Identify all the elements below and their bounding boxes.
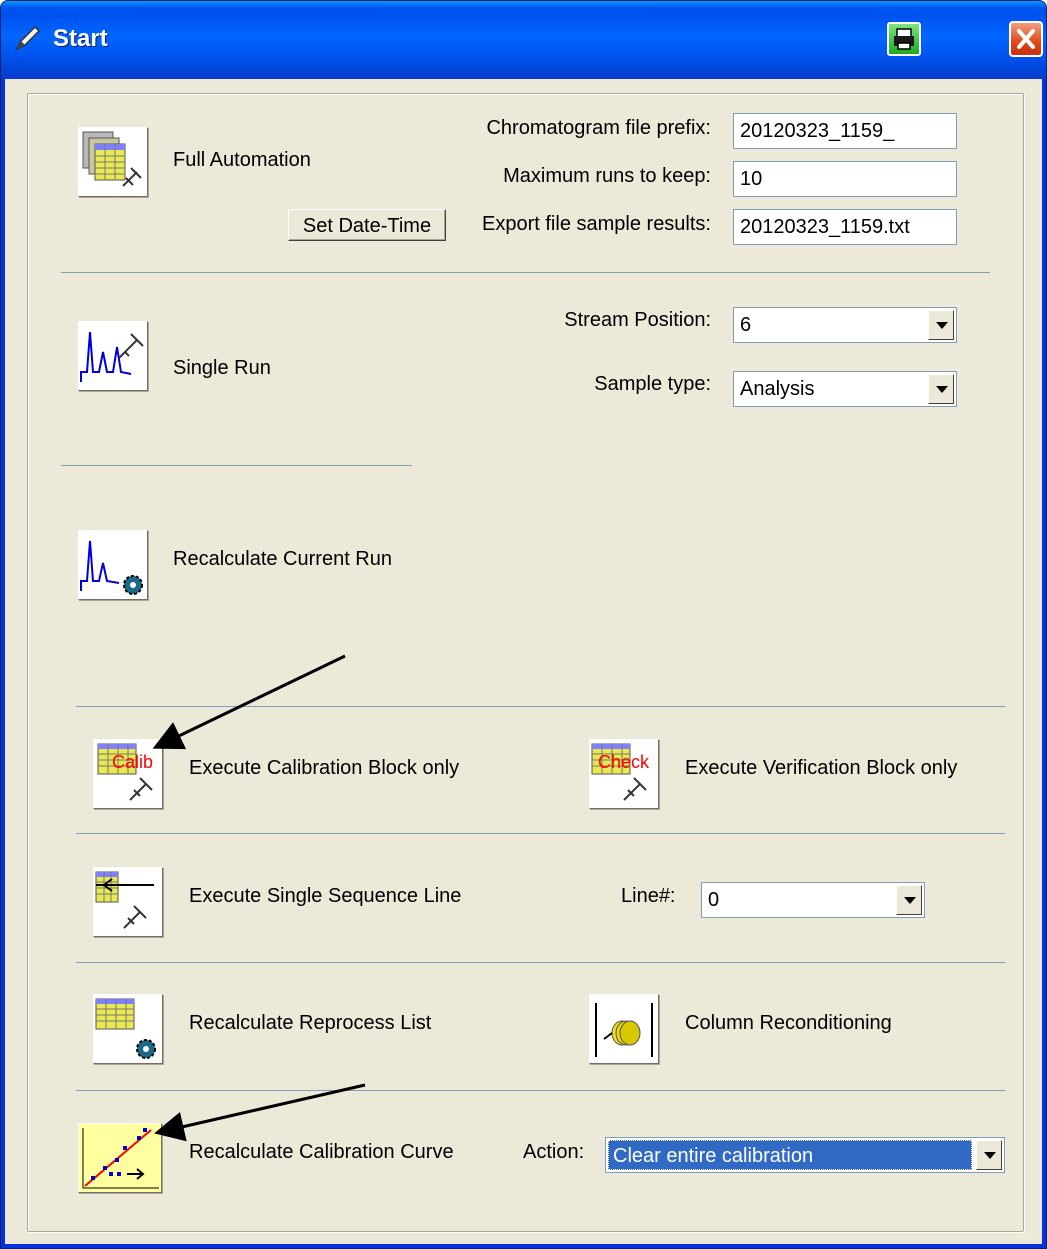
start-window: Start Full Automation Set Date-Time Chro… bbox=[0, 0, 1047, 1249]
action-value: Clear entire calibration bbox=[608, 1140, 972, 1170]
export-file-input[interactable]: 20120323_1159.txt bbox=[733, 209, 957, 245]
stream-position-label: Stream Position: bbox=[564, 309, 711, 331]
execute-verification-block-button[interactable]: Check bbox=[589, 739, 659, 809]
chevron-down-icon[interactable] bbox=[928, 310, 954, 340]
print-button[interactable] bbox=[887, 22, 921, 56]
execute-single-sequence-line-button[interactable] bbox=[93, 867, 163, 937]
client-area: Full Automation Set Date-Time Chromatogr… bbox=[5, 79, 1042, 1244]
recalculate-current-run-label: Recalculate Current Run bbox=[173, 548, 392, 570]
sample-type-value: Analysis bbox=[740, 378, 815, 400]
separator bbox=[76, 833, 1005, 834]
separator bbox=[61, 272, 990, 273]
max-runs-label: Maximum runs to keep: bbox=[503, 165, 711, 187]
single-run-button[interactable] bbox=[78, 321, 148, 391]
full-automation-button[interactable] bbox=[78, 127, 148, 197]
chevron-down-icon[interactable] bbox=[928, 374, 954, 404]
calibration-curve-icon bbox=[79, 1124, 161, 1192]
sequence-line-arrow-icon bbox=[95, 871, 154, 929]
separator bbox=[76, 706, 1005, 707]
recalculate-calibration-curve-label: Recalculate Calibration Curve bbox=[189, 1141, 454, 1163]
set-date-time-button[interactable]: Set Date-Time bbox=[288, 209, 446, 241]
separator bbox=[76, 962, 1005, 963]
recalculate-reprocess-list-button[interactable] bbox=[93, 994, 163, 1064]
window-title: Start bbox=[53, 25, 108, 52]
sequence-table-calib-icon: Calib bbox=[97, 743, 153, 801]
max-runs-input[interactable]: 10 bbox=[733, 161, 957, 197]
printer-icon bbox=[894, 28, 914, 50]
line-number-value: 0 bbox=[708, 889, 720, 911]
chromatogram-prefix-input[interactable]: 20120323_1159_ bbox=[733, 113, 957, 149]
execute-verification-block-label: Execute Verification Block only bbox=[685, 757, 958, 779]
close-icon bbox=[1017, 29, 1035, 49]
recalculate-current-run-button[interactable] bbox=[78, 530, 148, 600]
start-options-group bbox=[27, 93, 1024, 1232]
chromatogram-gear-icon bbox=[80, 540, 143, 595]
single-run-label: Single Run bbox=[173, 357, 271, 379]
sequence-table-syringe-icon bbox=[82, 131, 142, 187]
recalculate-reprocess-list-label: Recalculate Reprocess List bbox=[189, 1012, 432, 1034]
execute-calibration-block-label: Execute Calibration Block only bbox=[189, 757, 460, 779]
chromatogram-prefix-label: Chromatogram file prefix: bbox=[486, 117, 711, 139]
chromatogram-syringe-icon bbox=[80, 331, 144, 382]
recalculate-calibration-curve-button[interactable] bbox=[78, 1123, 162, 1193]
column-reconditioning-label: Column Reconditioning bbox=[685, 1012, 892, 1034]
pen-icon bbox=[15, 25, 41, 51]
chevron-down-icon[interactable] bbox=[896, 885, 922, 915]
execute-single-sequence-line-label: Execute Single Sequence Line bbox=[189, 885, 462, 907]
check-icon-text: Check bbox=[598, 752, 650, 772]
action-label: Action: bbox=[523, 1141, 585, 1163]
sample-type-select[interactable]: Analysis bbox=[733, 371, 957, 407]
column-reconditioning-button[interactable] bbox=[589, 994, 659, 1064]
sequence-table-check-icon: Check bbox=[591, 743, 650, 801]
full-automation-label: Full Automation bbox=[173, 149, 311, 171]
column-coil-icon bbox=[595, 1003, 653, 1057]
line-number-select[interactable]: 0 bbox=[701, 882, 925, 918]
action-select[interactable]: Clear entire calibration bbox=[605, 1137, 1005, 1173]
stream-position-value: 6 bbox=[740, 314, 752, 336]
stream-position-select[interactable]: 6 bbox=[733, 307, 957, 343]
sequence-table-gear-icon bbox=[95, 998, 156, 1059]
line-number-label: Line#: bbox=[621, 885, 676, 907]
separator bbox=[76, 1090, 1005, 1091]
close-button[interactable] bbox=[1009, 21, 1043, 57]
export-file-label: Export file sample results: bbox=[482, 213, 711, 235]
chevron-down-icon[interactable] bbox=[976, 1140, 1002, 1170]
separator bbox=[61, 465, 412, 466]
execute-calibration-block-button[interactable]: Calib bbox=[93, 739, 163, 809]
sample-type-label: Sample type: bbox=[594, 373, 711, 395]
title-bar[interactable]: Start bbox=[1, 1, 1046, 79]
calib-icon-text: Calib bbox=[112, 752, 153, 772]
